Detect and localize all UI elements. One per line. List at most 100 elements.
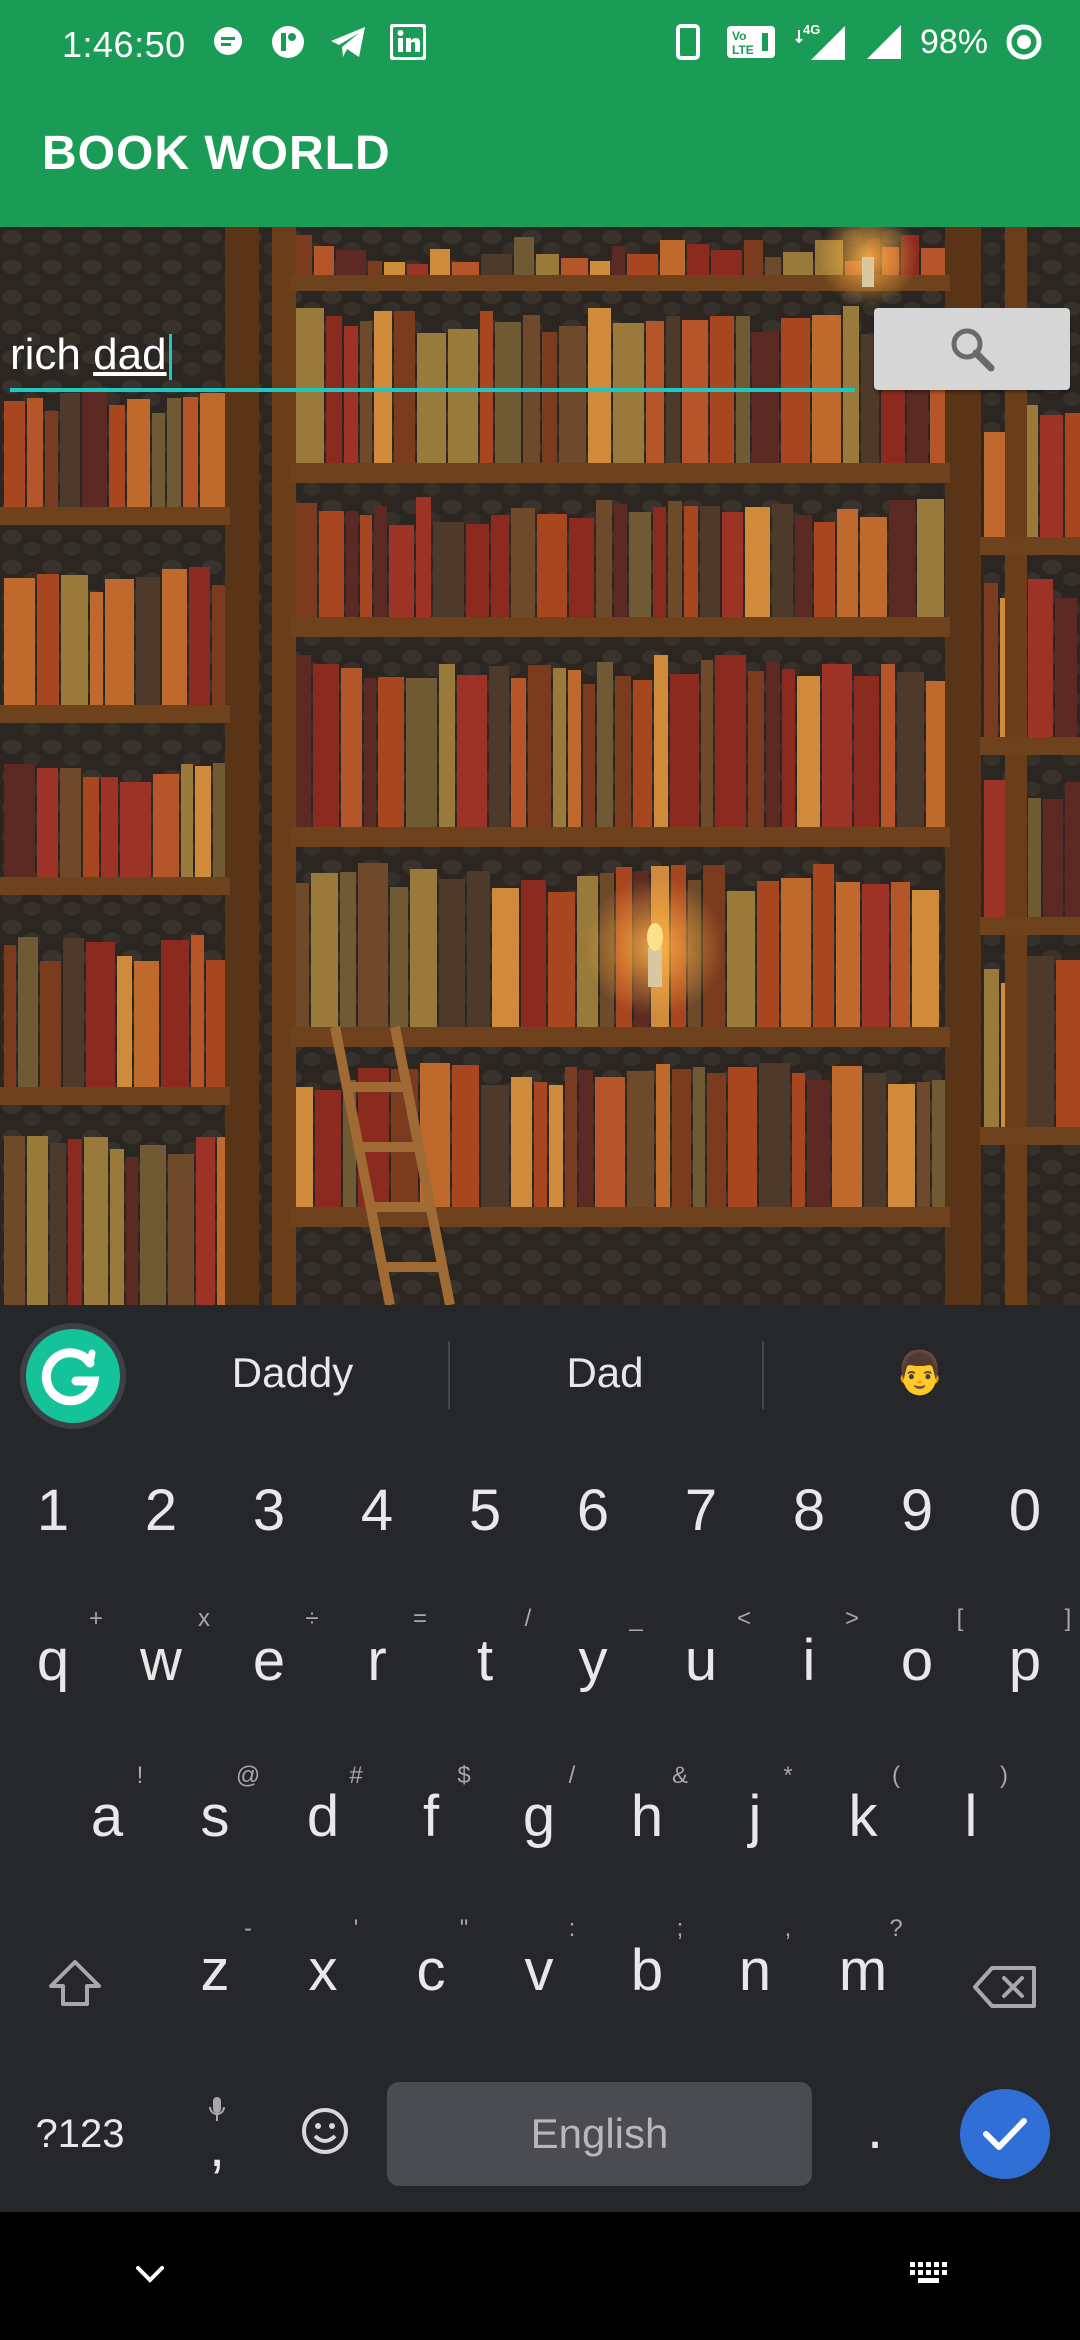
book-spine: [313, 664, 339, 827]
book-spine: [864, 1073, 886, 1207]
suggestion-bar: Daddy Dad 👨: [0, 1305, 1080, 1445]
symbols-key[interactable]: ?123: [30, 2112, 130, 2157]
emoji-smiley-icon: [302, 2108, 348, 2154]
book-spine: [60, 768, 81, 877]
linkedin-icon: [388, 22, 428, 62]
book-spine: [597, 662, 613, 827]
keyboard-switch-icon[interactable]: [908, 2260, 952, 2290]
book-spine: [37, 768, 58, 877]
book-spine: [549, 1085, 563, 1207]
key-8[interactable]: 8: [764, 1477, 854, 1544]
suggestion-3-emoji[interactable]: 👨: [820, 1349, 1020, 1398]
key-hint: ;: [676, 1915, 684, 1942]
backspace-icon: [973, 1966, 1036, 2008]
key-t[interactable]: t: [440, 1627, 530, 1694]
key-6[interactable]: 6: [548, 1477, 638, 1544]
key-m[interactable]: m: [818, 1937, 908, 2004]
search-button[interactable]: [874, 308, 1070, 390]
book-spine: [491, 515, 509, 617]
hide-keyboard-chevron-icon[interactable]: [130, 2260, 170, 2290]
key-o[interactable]: o: [872, 1627, 962, 1694]
book-spine: [701, 660, 713, 827]
key-f[interactable]: f: [386, 1783, 476, 1850]
key-i[interactable]: i: [764, 1627, 854, 1694]
key-c[interactable]: c: [386, 1937, 476, 2004]
book-spine: [727, 891, 755, 1027]
key-b[interactable]: b: [602, 1937, 692, 2004]
book-spine: [126, 1157, 138, 1305]
suggestion-1[interactable]: Daddy: [190, 1349, 395, 1397]
badge-icon: [268, 22, 308, 62]
book-spine: [627, 1071, 654, 1207]
book-spine: [881, 664, 895, 827]
search-field[interactable]: rich dad: [10, 310, 855, 392]
key-v[interactable]: v: [494, 1937, 584, 2004]
key-hint: *: [783, 1762, 793, 1789]
shift-key[interactable]: [30, 1955, 120, 2022]
key-y[interactable]: y: [548, 1627, 638, 1694]
emoji-key[interactable]: [280, 2103, 370, 2170]
key-e[interactable]: e: [224, 1627, 314, 1694]
key-7[interactable]: 7: [656, 1477, 746, 1544]
book-spine: [61, 575, 88, 705]
key-9[interactable]: 9: [872, 1477, 962, 1544]
key-x[interactable]: x: [278, 1937, 368, 2004]
enter-key[interactable]: [960, 2089, 1050, 2179]
key-hint: -: [244, 1915, 252, 1942]
key-3[interactable]: 3: [224, 1477, 314, 1544]
signal-icon: [864, 22, 904, 62]
battery-ring-icon: [1004, 22, 1044, 62]
app-title: BOOK WORLD: [42, 127, 391, 180]
book-spine: [654, 655, 668, 827]
period-key[interactable]: .: [830, 2095, 920, 2162]
book-spine: [134, 961, 159, 1087]
book-spine: [854, 676, 879, 827]
book-spine: [466, 524, 489, 617]
book-spine: [481, 1085, 509, 1207]
key-r[interactable]: r: [332, 1627, 422, 1694]
book-spine: [406, 678, 437, 827]
key-k[interactable]: k: [818, 1783, 908, 1850]
book-spine: [452, 262, 479, 275]
book-spine: [795, 515, 812, 617]
book-spine: [152, 413, 165, 507]
book-spine: [195, 766, 211, 877]
key-hint: >: [844, 1605, 859, 1632]
key-d[interactable]: d: [278, 1783, 368, 1850]
book-spine: [633, 680, 652, 827]
book-spine: [792, 1073, 805, 1207]
grammarly-button[interactable]: [20, 1323, 126, 1429]
key-u[interactable]: u: [656, 1627, 746, 1694]
key-2[interactable]: 2: [116, 1477, 206, 1544]
space-key[interactable]: English: [387, 2082, 812, 2186]
key-g[interactable]: g: [494, 1783, 584, 1850]
key-1[interactable]: 1: [8, 1477, 98, 1544]
book-spine: [511, 1077, 532, 1207]
key-5[interactable]: 5: [440, 1477, 530, 1544]
key-0[interactable]: 0: [980, 1477, 1070, 1544]
book-spine: [368, 261, 382, 275]
book-spine: [492, 888, 519, 1027]
book-spine: [374, 506, 387, 617]
key-j[interactable]: j: [710, 1783, 800, 1850]
book-spine: [315, 1090, 341, 1207]
key-hint: <: [736, 1605, 751, 1632]
backspace-key[interactable]: [960, 1957, 1050, 2024]
key-hint: &: [671, 1762, 688, 1789]
key-h[interactable]: h: [602, 1783, 692, 1850]
key-p[interactable]: p: [980, 1627, 1070, 1694]
key-z[interactable]: z: [170, 1937, 260, 2004]
key-4[interactable]: 4: [332, 1477, 422, 1544]
key-q[interactable]: q: [8, 1627, 98, 1694]
book-spine: [511, 508, 535, 617]
key-a[interactable]: a: [62, 1783, 152, 1850]
search-input[interactable]: rich dad: [10, 330, 172, 381]
key-hint: :: [568, 1915, 576, 1942]
key-n[interactable]: n: [710, 1937, 800, 2004]
key-l[interactable]: l: [926, 1783, 1016, 1850]
book-spine: [86, 942, 115, 1087]
key-w[interactable]: w: [116, 1627, 206, 1694]
book-spine: [783, 252, 813, 275]
suggestion-2[interactable]: Dad: [500, 1349, 710, 1397]
key-s[interactable]: s: [170, 1783, 260, 1850]
